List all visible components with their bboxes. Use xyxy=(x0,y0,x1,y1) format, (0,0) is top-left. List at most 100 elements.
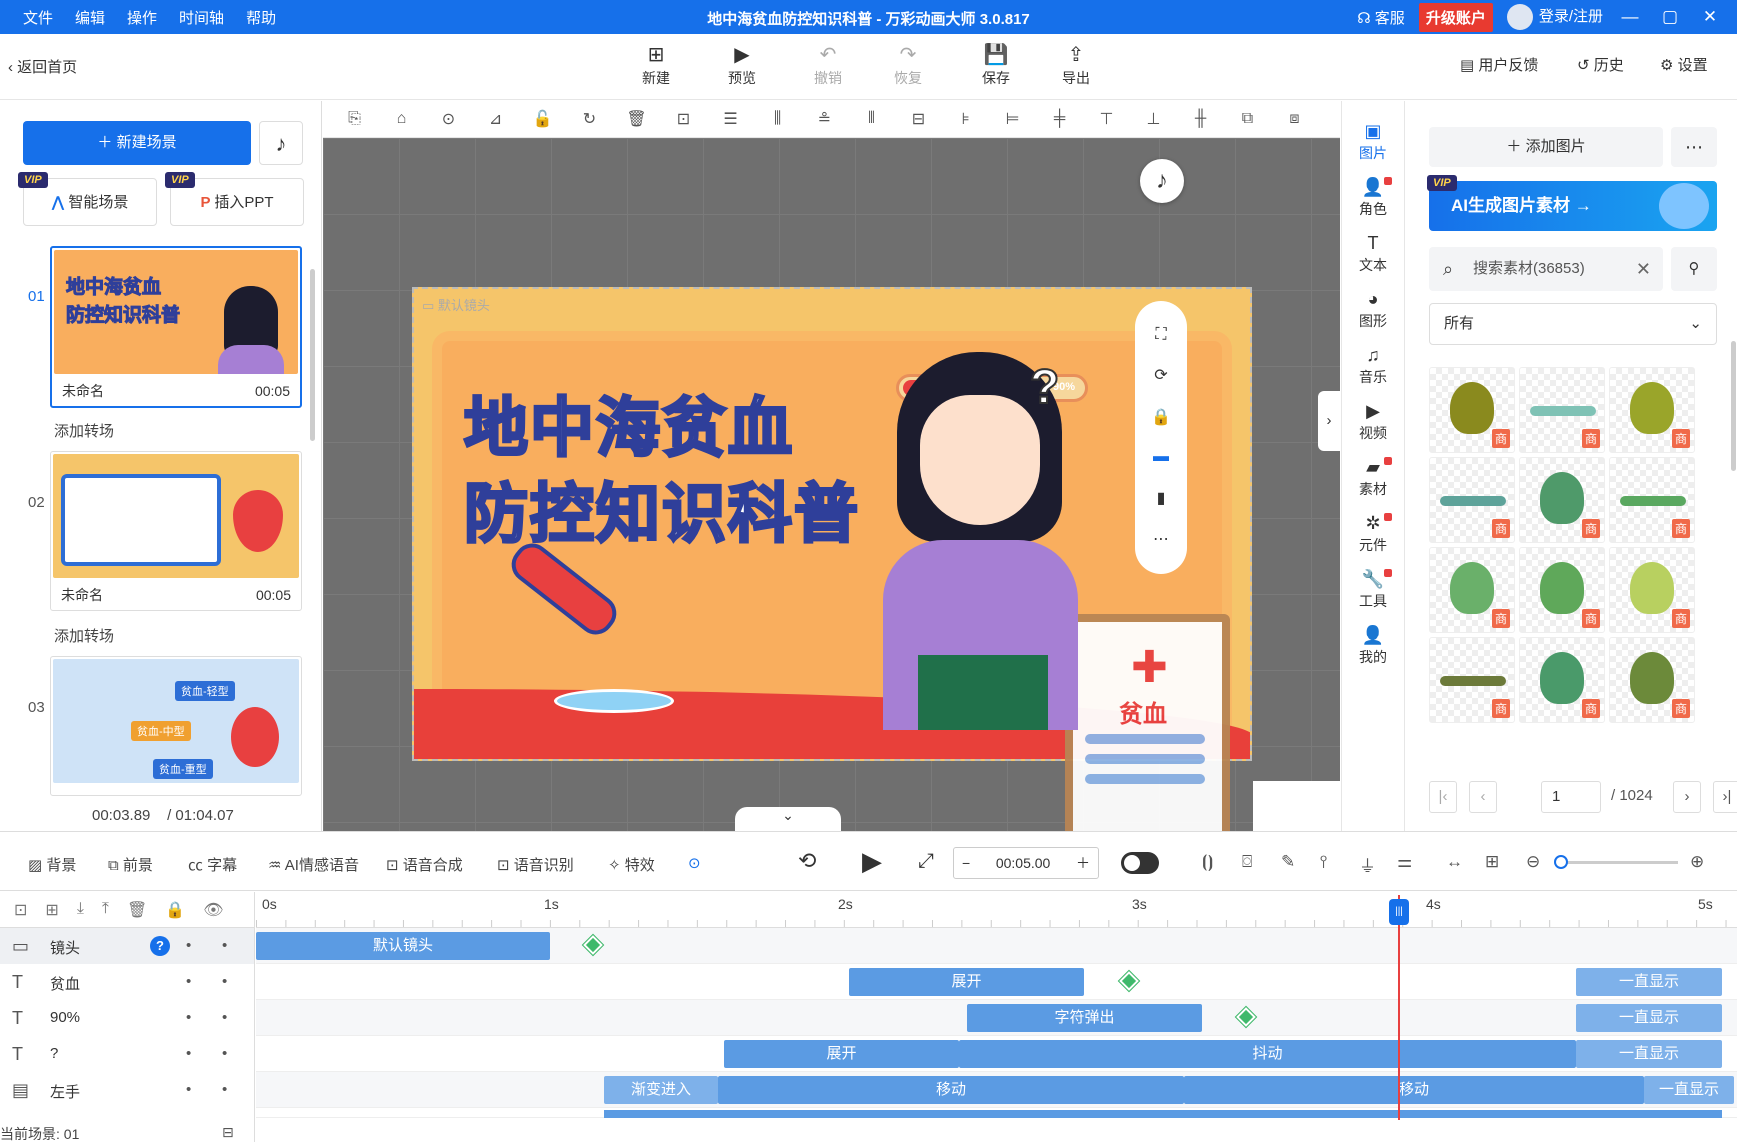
zoom-slider-knob[interactable] xyxy=(1554,855,1568,869)
lock-icon[interactable]: 🔒 xyxy=(165,900,185,920)
help-icon[interactable]: ? xyxy=(150,936,170,956)
more-tools-icon[interactable]: ⊙ xyxy=(688,854,701,872)
support-button[interactable]: ☊ 客服 xyxy=(1357,7,1405,28)
category-character[interactable]: 👤 角色 xyxy=(1342,177,1404,219)
track-text-90[interactable]: T 90% • • xyxy=(0,1000,255,1036)
minimize-icon[interactable]: — xyxy=(1617,7,1643,27)
track-dot[interactable]: • xyxy=(222,1009,227,1026)
character-pants[interactable] xyxy=(918,655,1048,730)
asset-tile[interactable]: 商 xyxy=(1429,637,1515,723)
top-align-icon[interactable]: ⊤ xyxy=(1083,109,1130,129)
track-dot[interactable]: • xyxy=(186,937,191,954)
playhead-handle[interactable]: ||| xyxy=(1389,899,1409,925)
track-dot[interactable]: • xyxy=(222,973,227,990)
preview-button[interactable]: ▶ 预览 xyxy=(712,42,772,88)
track-row-anemia[interactable]: 展开 一直显示 xyxy=(256,964,1737,1000)
zoom-in-icon[interactable]: ⊕ xyxy=(1690,852,1704,872)
undo-button[interactable]: ↶ 撤销 xyxy=(798,42,858,88)
split-icon[interactable]: ⫯ xyxy=(1320,852,1327,872)
always-show-clip[interactable]: 一直显示 xyxy=(1576,1040,1722,1068)
asset-tile[interactable]: 商 xyxy=(1429,547,1515,633)
next-page-button[interactable]: › xyxy=(1673,781,1701,813)
category-image[interactable]: ▣ 图片 xyxy=(1342,121,1404,163)
foreground-button[interactable]: ⧉ 前景 xyxy=(108,854,153,875)
align-bottom-icon[interactable]: ≗ xyxy=(801,109,848,129)
close-icon[interactable]: ✕ xyxy=(1697,7,1723,27)
keyframe-add-icon[interactable] xyxy=(581,933,605,957)
bracket-icon[interactable]: ⦗⦘ xyxy=(1202,852,1213,872)
filter-button[interactable]: ⚲ xyxy=(1671,247,1717,291)
scene-scrollbar[interactable] xyxy=(310,269,315,441)
asset-scrollbar[interactable] xyxy=(1731,341,1736,471)
ratio-icon[interactable]: ⊞ xyxy=(1485,852,1499,872)
shake-clip[interactable]: 抖动 xyxy=(959,1040,1576,1068)
group-icon[interactable]: ⊙ xyxy=(425,109,472,129)
collapse-button[interactable]: ⌄ xyxy=(735,807,841,831)
settings-button[interactable]: ⚙ 设置 xyxy=(1660,54,1708,75)
move-clip[interactable]: 移动 xyxy=(1184,1076,1644,1104)
add-transition-link[interactable]: 添加转场 xyxy=(54,625,114,646)
track-text-question[interactable]: T? • • xyxy=(0,1036,255,1072)
expand-clip[interactable]: 展开 xyxy=(724,1040,959,1068)
move-up-icon[interactable]: ⤒ xyxy=(102,900,109,920)
center-v-icon[interactable]: ╫ xyxy=(1177,110,1224,128)
new-button[interactable]: ⊞ 新建 xyxy=(626,42,686,88)
question-mark[interactable]: ? xyxy=(1029,360,1060,415)
track-dot[interactable]: • xyxy=(186,1081,191,1098)
scene-card-3[interactable]: 贫血-轻型 贫血-中型 贫血-重型 xyxy=(50,656,302,796)
copy-icon[interactable]: ⧉ xyxy=(1224,110,1271,128)
ai-image-banner[interactable]: VIP AI生成图片素材 → xyxy=(1427,175,1717,231)
fullscreen-icon[interactable]: ⤢ xyxy=(918,850,934,873)
asset-tile[interactable]: 商 xyxy=(1609,547,1695,633)
center-h-icon[interactable]: ╪ xyxy=(1036,110,1083,128)
search-input[interactable]: ⌕ 搜索素材(36853) ✕ xyxy=(1429,247,1663,291)
track-row-left-hand[interactable]: 渐变进入 移动 移动 一直显示 xyxy=(256,1072,1737,1108)
music-button[interactable]: ♪ xyxy=(259,121,303,165)
back-home-link[interactable]: ‹ 返回首页 xyxy=(8,56,77,77)
fit-width-icon[interactable]: ↔ xyxy=(1446,852,1463,872)
track-left-hand[interactable]: ▤ 左手 • • xyxy=(0,1072,255,1108)
track-dot[interactable]: • xyxy=(186,973,191,990)
asr-button[interactable]: ⊡ 语音识别 xyxy=(497,854,574,875)
more-button[interactable]: ⋯ xyxy=(1671,127,1717,167)
move-down-icon[interactable]: ⤓ xyxy=(77,900,84,920)
asset-tile[interactable]: 商 xyxy=(1519,457,1605,543)
play-icon[interactable]: ▶ xyxy=(862,846,882,877)
category-music[interactable]: ♫ 音乐 xyxy=(1342,345,1404,387)
camera-clip[interactable]: 默认镜头 xyxy=(256,932,550,960)
feedback-button[interactable]: ▤ 用户反馈 xyxy=(1460,54,1538,75)
petri-dish-graphic[interactable] xyxy=(554,689,674,713)
always-show-clip[interactable]: 一直显示 xyxy=(1644,1076,1734,1104)
edit-icon[interactable]: ✎ xyxy=(1281,852,1295,872)
export-button[interactable]: ⇪ 导出 xyxy=(1046,42,1106,88)
track-dot[interactable]: • xyxy=(186,1045,191,1062)
lock-icon[interactable]: 🔓 xyxy=(519,109,566,129)
save-button[interactable]: 💾 保存 xyxy=(966,42,1026,88)
background-button[interactable]: ▨ 背景 xyxy=(28,854,76,875)
rotate-view-icon[interactable]: ⟳ xyxy=(1154,365,1167,385)
asset-tile[interactable]: 商 xyxy=(1609,637,1695,723)
always-show-clip[interactable]: 一直显示 xyxy=(1576,1004,1722,1032)
redo-button[interactable]: ↷ 恢复 xyxy=(878,42,938,88)
track-dot[interactable]: • xyxy=(222,937,227,954)
expand-clip[interactable]: 展开 xyxy=(849,968,1084,996)
zoom-out-icon[interactable]: ⊖ xyxy=(1526,852,1540,872)
trash-icon[interactable]: 🗑 xyxy=(127,900,147,920)
track-camera[interactable]: ▭ 镜头 ? • • xyxy=(0,928,255,964)
clipboard-graphic[interactable]: ✚ 贫血 xyxy=(1065,614,1230,839)
tts-button[interactable]: ⊡ 语音合成 xyxy=(386,854,463,875)
effects-button[interactable]: ✧ 特效 xyxy=(608,854,655,875)
asset-tile[interactable]: 商 xyxy=(1429,367,1515,453)
scene-card-2[interactable]: 未命名 00:05 xyxy=(50,451,302,611)
toggle-switch[interactable] xyxy=(1121,852,1159,874)
home-icon[interactable]: ⌂ xyxy=(378,110,425,128)
track-dot[interactable]: • xyxy=(186,1009,191,1026)
scene-list-icon[interactable]: ⊟ xyxy=(222,1124,234,1141)
maximize-icon[interactable]: ▢ xyxy=(1657,7,1683,27)
select-icon[interactable]: ⊡ xyxy=(660,109,707,129)
camera-icon[interactable]: ⌼ xyxy=(1242,852,1252,872)
prev-page-button[interactable]: ‹ xyxy=(1469,781,1497,813)
track-text-anemia[interactable]: T 贫血 • • xyxy=(0,964,255,1000)
asset-tile[interactable]: 商 xyxy=(1429,457,1515,543)
stage-title-line1[interactable]: 地中海贫血 xyxy=(463,377,794,469)
